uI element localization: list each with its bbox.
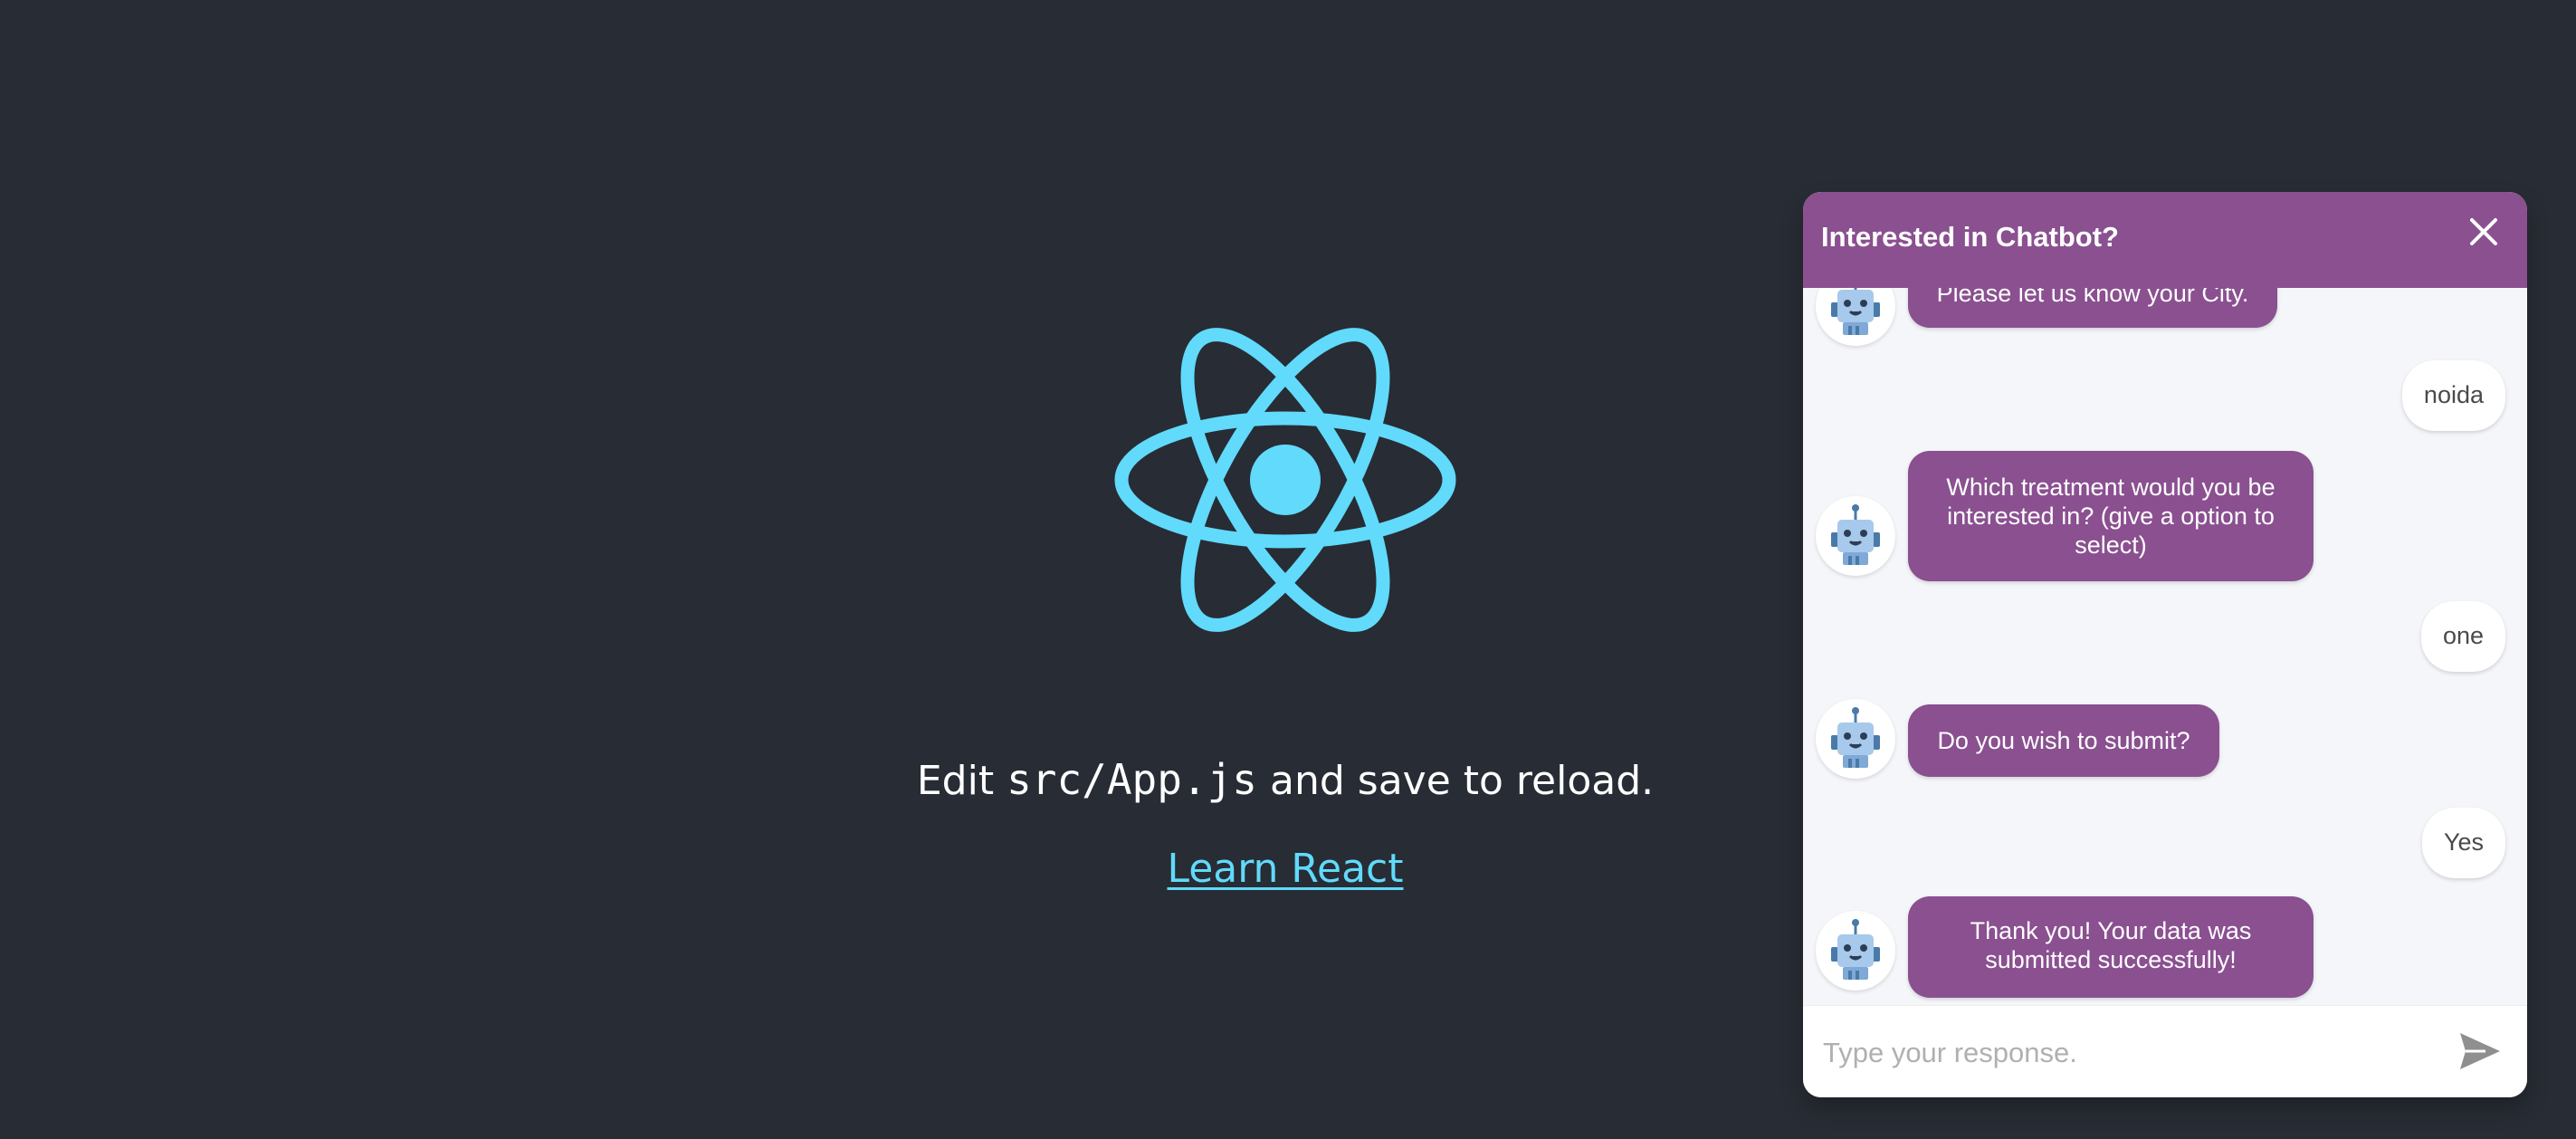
user-message-bubble: noida (2401, 360, 2505, 431)
response-input[interactable] (1821, 1028, 2422, 1078)
chat-input-bar (1803, 1005, 2527, 1097)
send-icon[interactable] (2458, 1031, 2502, 1071)
close-icon[interactable] (2466, 214, 2502, 250)
chatbot-header: Interested in Chatbot? (1803, 192, 2527, 288)
robot-avatar-icon (1816, 496, 1895, 576)
robot-avatar-icon (1816, 699, 1895, 779)
user-message-bubble: one (2420, 601, 2505, 672)
robot-avatar-icon (1816, 911, 1895, 991)
robot-avatar-icon-graphic (1831, 707, 1880, 768)
edit-prefix: Edit (916, 758, 1007, 804)
robot-avatar-icon-graphic (1831, 288, 1880, 335)
react-atom-icon (1114, 328, 1456, 632)
robot-avatar-icon (1816, 288, 1895, 346)
user-message-bubble: Yes (2421, 808, 2505, 878)
bot-message-bubble: Please let us know your City. (1908, 288, 2277, 328)
robot-avatar-icon-graphic (1831, 919, 1880, 980)
message-list[interactable]: Please let us know your City. noida Whic… (1803, 288, 2527, 1097)
app-file-path: src/App.js (1007, 755, 1258, 804)
bot-message-bubble: Thank you! Your data was submitted succe… (1908, 896, 2314, 998)
chatbot-title: Interested in Chatbot? (1821, 221, 2119, 253)
bot-message-bubble: Do you wish to submit? (1908, 704, 2219, 777)
bot-message-bubble: Which treatment would you be interested … (1908, 451, 2314, 581)
robot-avatar-icon-graphic (1831, 504, 1880, 565)
chatbot-widget: Interested in Chatbot? Please let us kno… (1803, 192, 2527, 1097)
edit-suffix: and save to reload. (1257, 758, 1655, 804)
